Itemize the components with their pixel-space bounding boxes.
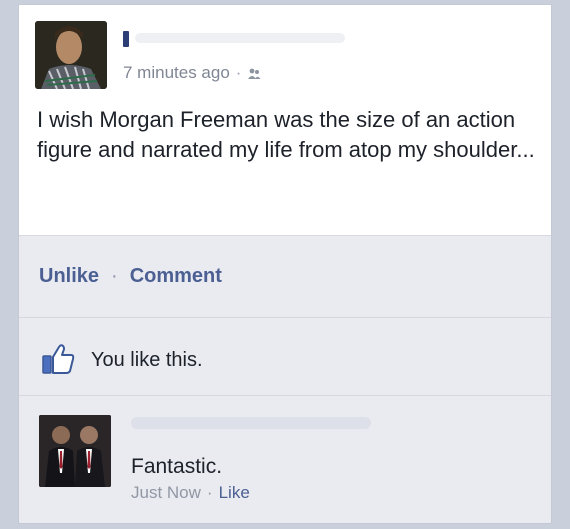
commenter-avatar[interactable] [39, 415, 111, 487]
author-avatar[interactable] [35, 21, 107, 89]
comment-meta-separator: · [206, 483, 213, 502]
post-actions: Unlike · Comment [19, 235, 551, 318]
meta-separator: · [235, 63, 242, 82]
author-name-blurred [135, 33, 345, 43]
commenter-name-blurred [131, 417, 371, 429]
post-text: I wish Morgan Freeman was the size of an… [37, 107, 535, 162]
comment-meta: Just Now · Like [131, 483, 250, 503]
friends-icon[interactable] [247, 66, 261, 80]
likes-text: You like this. [91, 349, 203, 371]
comment-text: Fantastic. [131, 455, 223, 478]
post-body: 7 minutes ago · I wish Morgan Freeman wa… [19, 5, 551, 236]
thumbs-up-icon [41, 343, 75, 375]
comment-like-button[interactable]: Like [219, 483, 250, 503]
comment-timestamp[interactable]: Just Now [131, 483, 201, 503]
likes-summary: You like this. [19, 317, 551, 396]
comment-item: Fantastic. Just Now · Like [19, 395, 551, 523]
post-meta: 7 minutes ago · [123, 63, 261, 83]
unlike-button[interactable]: Unlike [39, 265, 99, 288]
post-timestamp[interactable]: 7 minutes ago [123, 63, 230, 83]
author-name[interactable] [123, 31, 129, 47]
actions-separator: · [111, 265, 118, 287]
comment-button[interactable]: Comment [130, 265, 222, 288]
feed-story-card: 7 minutes ago · I wish Morgan Freeman wa… [18, 4, 552, 524]
